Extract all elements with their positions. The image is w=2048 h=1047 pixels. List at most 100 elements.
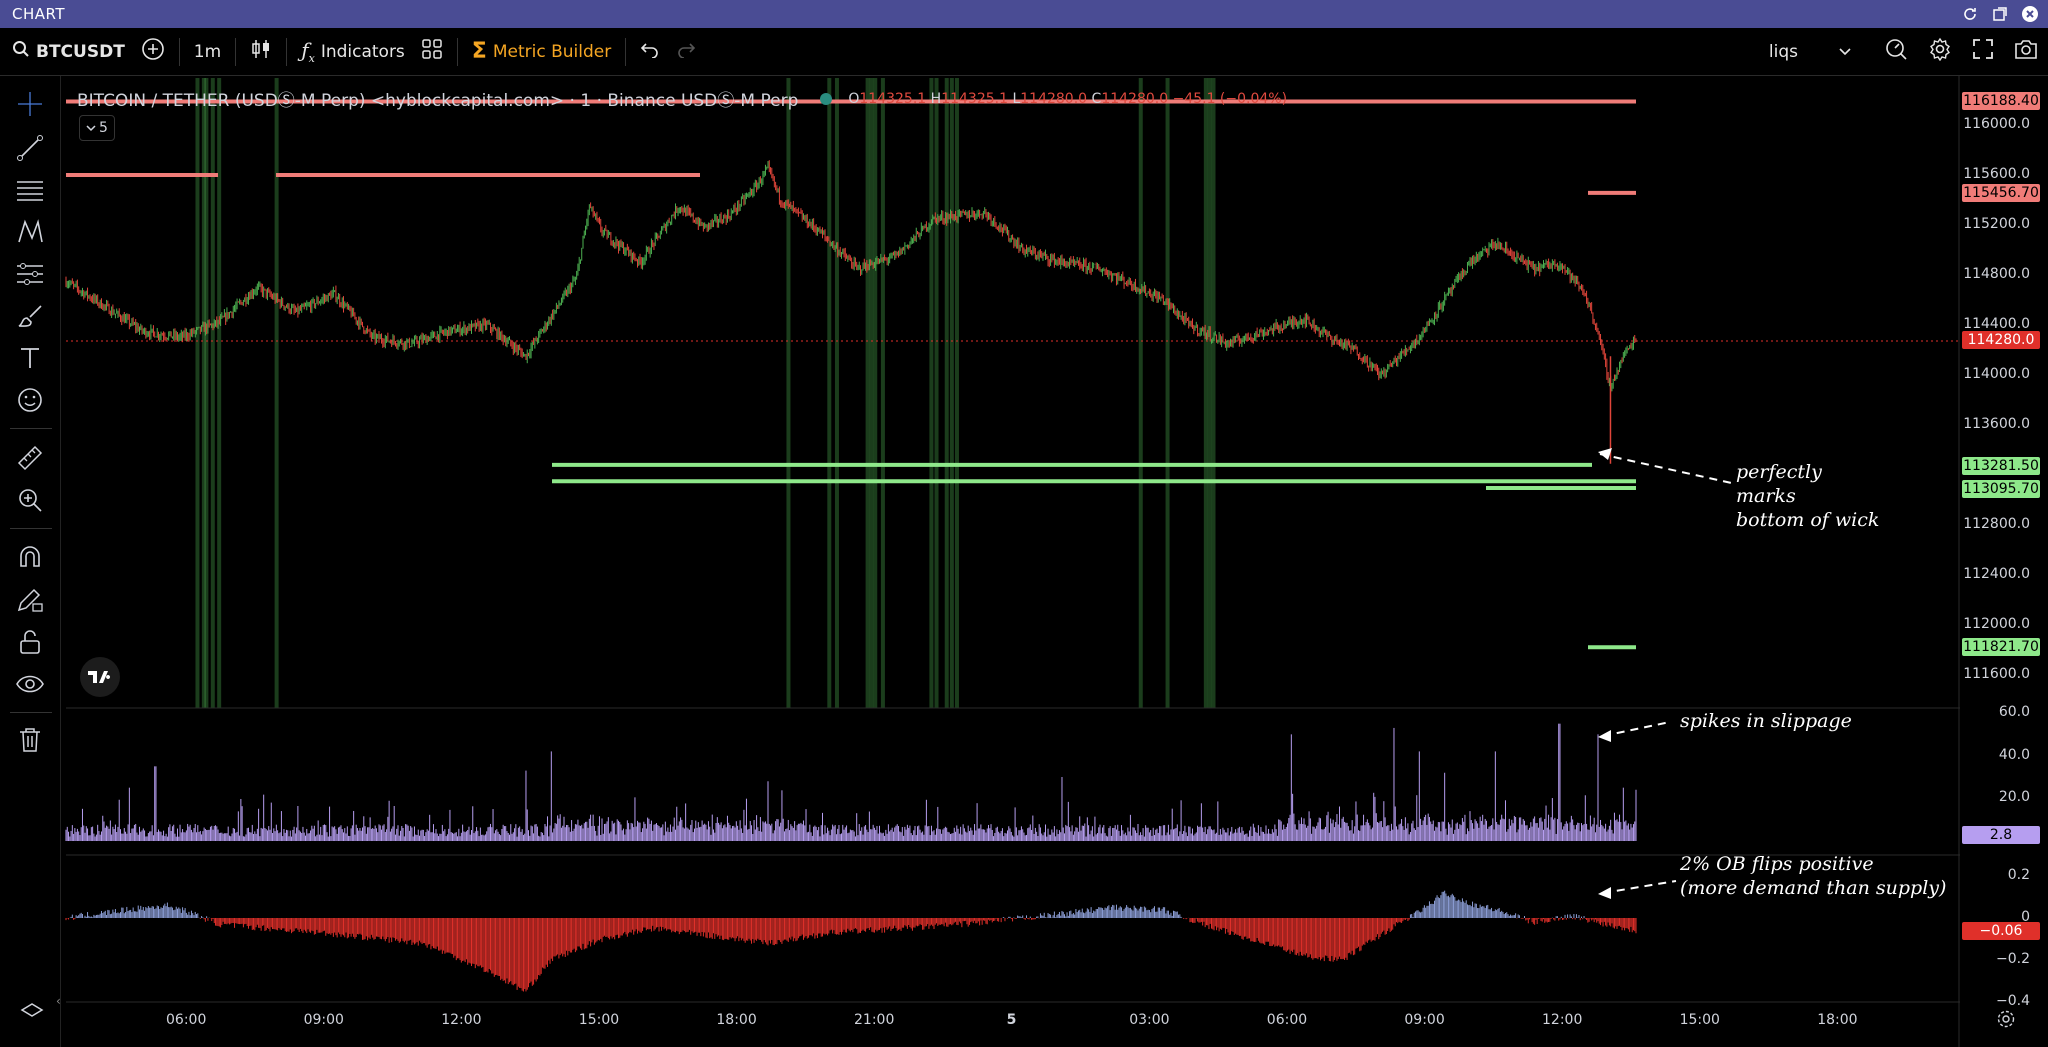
- sliders-icon: [15, 260, 45, 292]
- magnet-tool[interactable]: [14, 544, 46, 576]
- settings-button[interactable]: [1918, 34, 1962, 70]
- snapshot-button[interactable]: [2004, 34, 2048, 70]
- highlight-zone: [827, 78, 832, 708]
- layouts-button[interactable]: [413, 34, 451, 70]
- market-status-dot: [820, 92, 833, 105]
- zoom-tool[interactable]: [14, 486, 46, 518]
- price-candles: [65, 160, 1637, 464]
- chevron-down-icon: [86, 120, 96, 136]
- time-axis-settings-icon[interactable]: [1996, 1009, 2016, 1033]
- highlight-zone: [210, 78, 215, 708]
- price-axis[interactable]: 116000.0 115600.0 115200.0 114800.0 114400.0…: [1960, 76, 2048, 708]
- axis-tick-label: 113600.0: [1963, 416, 2030, 432]
- time-tick-label: 06:00: [1266, 1012, 1308, 1028]
- series-title[interactable]: BITCOIN / TETHER (USDⓈ-M Perp) <hyblockc…: [77, 86, 798, 111]
- arrow-head: [1598, 448, 1612, 460]
- tradingview-logo[interactable]: [80, 657, 120, 697]
- trend-line-tool[interactable]: [14, 134, 46, 166]
- metric-builder-button[interactable]: Σ Metric Builder: [464, 34, 619, 70]
- highlight-zone: [934, 78, 939, 708]
- symbol-search[interactable]: BTCUSDT: [4, 34, 133, 70]
- interval-button[interactable]: 1m: [186, 34, 229, 70]
- time-tick-label: 18:00: [716, 1012, 757, 1028]
- time-tick-label: 06:00: [166, 1012, 207, 1028]
- prediction-tool[interactable]: [14, 260, 46, 292]
- emoji-tool[interactable]: [14, 386, 46, 418]
- slippage-annotation: spikes in slippage: [1680, 709, 1852, 733]
- highlight-zone: [873, 78, 878, 708]
- axis-tick-label: −0.4: [1996, 993, 2030, 1009]
- annotation-line: bottom of wick: [1736, 509, 1880, 531]
- axis-tick-label: 114400.0: [1963, 316, 2030, 332]
- toolbar-divider: [10, 528, 52, 529]
- quick-search-button[interactable]: [1874, 34, 1918, 70]
- lines-icon: [15, 176, 45, 208]
- high-value: 114325.1: [941, 90, 1008, 107]
- text-tool[interactable]: [14, 344, 46, 376]
- toolbar-divider: [456, 37, 458, 66]
- add-symbol-button[interactable]: [133, 34, 173, 70]
- window-title: CHART: [12, 5, 66, 23]
- indicators-button[interactable]: ƒx Indicators: [293, 34, 413, 70]
- highlight-zone: [944, 78, 949, 708]
- axis-tick-label: 115600.0: [1963, 166, 2030, 182]
- pattern-tool[interactable]: [14, 218, 46, 250]
- low-value: 114280.0: [1020, 90, 1088, 107]
- annotation-line: marks: [1736, 485, 1796, 507]
- candles-icon: [250, 38, 272, 65]
- axis-tick-label: 0.2: [2007, 867, 2030, 883]
- close-icon[interactable]: [2020, 4, 2040, 24]
- axis-price-label: 116188.40: [1962, 92, 2040, 111]
- ruler-tool[interactable]: [14, 444, 46, 476]
- axis-price-label: 2.8: [1962, 826, 2040, 845]
- magnet-icon: [16, 544, 44, 576]
- symbol-label: BTCUSDT: [36, 41, 125, 62]
- refresh-icon[interactable]: [1960, 4, 1980, 24]
- highlight-zone: [195, 78, 200, 708]
- toolbar-divider: [625, 37, 627, 66]
- ruler-icon: [16, 444, 44, 476]
- toolbar-divider: [10, 712, 52, 713]
- hide-drawings-tool[interactable]: [14, 670, 46, 702]
- axis-tick-label: 114800.0: [1963, 266, 2030, 282]
- eye-icon: [15, 671, 45, 701]
- open-value: 114325.1: [859, 90, 927, 107]
- stay-in-drawing-tool[interactable]: [14, 586, 46, 618]
- interval-label: 1m: [193, 41, 222, 62]
- fullscreen-button[interactable]: [1962, 34, 2004, 70]
- time-tick-label: 15:00: [1679, 1012, 1720, 1028]
- toolbar-divider: [235, 37, 237, 66]
- layout-select[interactable]: liqs: [1761, 34, 1860, 70]
- brush-icon: [16, 302, 44, 334]
- highlight-zone: [1207, 78, 1212, 708]
- arrow-head: [1598, 730, 1611, 742]
- annotation-line: (more demand than supply): [1680, 877, 1947, 899]
- chart-type-button[interactable]: [242, 34, 280, 70]
- trend-line-icon: [16, 134, 44, 166]
- lock-drawings-tool[interactable]: [14, 628, 46, 660]
- highlight-zone: [834, 78, 839, 708]
- ohlc-values: O114325.1 H114325.1 L114280.0 C114280.0 …: [848, 91, 1287, 107]
- object-tree-button[interactable]: [16, 996, 48, 1028]
- popout-icon[interactable]: [1990, 4, 2010, 24]
- time-axis[interactable]: 06:00 09:00 12:00 15:00 18:00 21:00 5 03:00 06:0…: [61, 1003, 1959, 1047]
- highlight-zone: [1138, 78, 1143, 708]
- scroll-left-icon[interactable]: ‹: [56, 994, 61, 1008]
- brush-tool[interactable]: [14, 302, 46, 334]
- crosshair-tool[interactable]: [14, 90, 46, 122]
- function-icon: ƒx: [301, 38, 315, 65]
- remove-drawings-tool[interactable]: [14, 726, 46, 758]
- legend-collapse-button[interactable]: 5: [79, 115, 115, 141]
- redo-button[interactable]: [668, 34, 704, 70]
- text-icon: [17, 345, 43, 375]
- toolbar-divider: [178, 37, 180, 66]
- undo-button[interactable]: [632, 34, 668, 70]
- sigma-icon: Σ: [471, 39, 487, 64]
- horizontal-lines-tool[interactable]: [14, 176, 46, 208]
- layers-icon: [20, 1000, 44, 1024]
- close-value: 114280.0: [1101, 90, 1169, 107]
- axis-tick-label: 60.0: [1998, 704, 2030, 720]
- gear-icon: [1928, 37, 1952, 66]
- vertical-highlight-zones: [195, 78, 1216, 708]
- annotation-line: 2% OB flips positive: [1680, 853, 1874, 875]
